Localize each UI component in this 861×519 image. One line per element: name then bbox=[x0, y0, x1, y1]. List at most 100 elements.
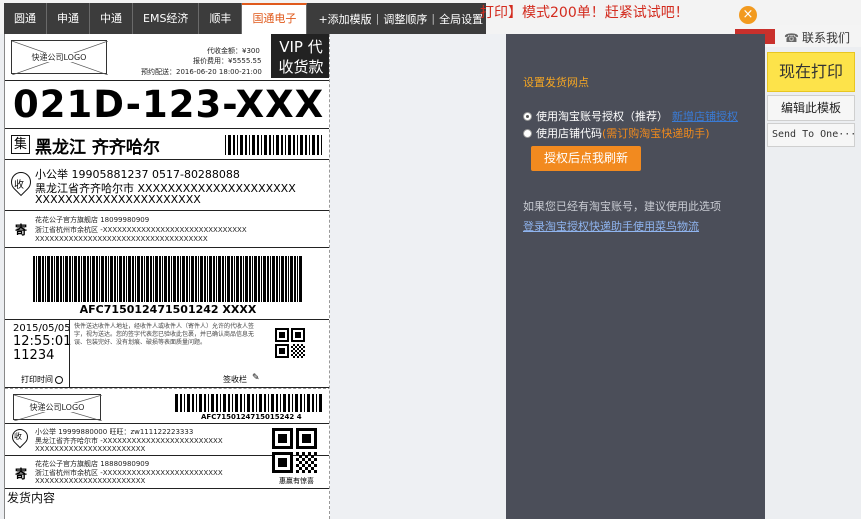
barcode-bar bbox=[267, 256, 269, 302]
send-to-dropdown[interactable]: Send To One··· ▾ bbox=[767, 123, 855, 147]
qr-module bbox=[311, 467, 314, 470]
barcode-bar bbox=[162, 256, 163, 302]
barcode-bar bbox=[81, 256, 82, 302]
receiver-address-line-2: XXXXXXXXXXXXXXXXXXXXXX bbox=[35, 193, 201, 206]
tab-shentong[interactable]: 申通 bbox=[47, 3, 90, 34]
barcode-bar bbox=[240, 135, 243, 155]
radio-taobao-auth[interactable] bbox=[523, 111, 532, 121]
barcode-bar bbox=[252, 256, 253, 302]
qr-finder bbox=[279, 348, 285, 354]
send-to-label: Send To One··· bbox=[772, 129, 855, 140]
stub-barcode bbox=[175, 394, 322, 412]
route-code-section: 021D-123-XXX bbox=[5, 81, 329, 129]
barcode-bar bbox=[180, 256, 181, 302]
barcode-bar bbox=[276, 135, 279, 155]
qr-module bbox=[297, 348, 299, 350]
tab-zhongtong[interactable]: 中通 bbox=[90, 3, 133, 34]
tab-guotong-electronic[interactable]: 国通电子 bbox=[242, 3, 308, 34]
print-time-label: 打印时间 bbox=[21, 375, 53, 384]
qr-module bbox=[308, 470, 311, 473]
barcode-bar bbox=[245, 135, 247, 155]
refresh-after-auth-button[interactable]: 授权后点我刷新 bbox=[531, 146, 641, 171]
qr-code bbox=[275, 328, 305, 358]
preview-background bbox=[330, 34, 506, 519]
contact-us-link[interactable]: ☎ 联系我们 bbox=[784, 29, 850, 46]
headset-icon: ☎ bbox=[784, 31, 799, 45]
barcode-bar bbox=[258, 256, 260, 302]
print-time: 12:55:01 bbox=[13, 334, 72, 349]
barcode-bar bbox=[220, 394, 221, 412]
radio-shop-code[interactable] bbox=[523, 128, 532, 138]
barcode-bar bbox=[56, 256, 59, 302]
barcode-bar bbox=[211, 394, 214, 412]
qr-module bbox=[295, 354, 297, 356]
barcode-bar bbox=[299, 256, 302, 302]
qr-module bbox=[303, 350, 305, 352]
barcode-bar bbox=[208, 394, 209, 412]
add-template-button[interactable]: +添加模版 bbox=[315, 11, 374, 27]
tab-ems[interactable]: EMS经济 bbox=[133, 3, 200, 34]
barcode-bar bbox=[233, 135, 235, 155]
qr-module bbox=[299, 346, 301, 348]
qr-module bbox=[301, 344, 303, 346]
barcode-bar bbox=[137, 256, 140, 302]
barcode-bar bbox=[209, 256, 212, 302]
barcode-bar bbox=[261, 256, 262, 302]
qr-module bbox=[299, 461, 302, 464]
dialog-title: 设置发货网点 bbox=[523, 76, 589, 89]
barcode-bar bbox=[288, 256, 289, 302]
barcode-bar bbox=[294, 256, 296, 302]
barcode-bar bbox=[184, 394, 185, 412]
qr-finder bbox=[278, 458, 287, 467]
barcode-bar bbox=[119, 256, 122, 302]
add-shop-auth-link[interactable]: 新增店铺授权 bbox=[672, 108, 738, 124]
barcode-bar bbox=[51, 256, 53, 302]
option-taobao-auth[interactable]: 使用淘宝账号授权（推荐） 新增店铺授权 bbox=[523, 108, 738, 124]
barcode-bar bbox=[45, 256, 46, 302]
receiver-badge: 收 bbox=[14, 180, 24, 191]
qr-finder bbox=[295, 332, 301, 338]
barcode-bar bbox=[105, 256, 107, 302]
barcode-bar bbox=[295, 394, 298, 412]
option-shop-code-label: 使用店铺代码 bbox=[536, 127, 602, 140]
option-shop-code[interactable]: 使用店铺代码 (需订购淘宝快递助手) bbox=[523, 125, 710, 141]
barcode-bar bbox=[225, 256, 226, 302]
barcode-bar bbox=[240, 256, 242, 302]
option-shop-code-note: (需订购淘宝快递助手) bbox=[602, 127, 710, 140]
barcode-bar bbox=[297, 256, 298, 302]
edit-template-button[interactable]: 编辑此模板 bbox=[767, 95, 855, 121]
close-icon[interactable]: × bbox=[739, 6, 757, 24]
barcode-bar bbox=[281, 256, 284, 302]
tab-yuantong[interactable]: 圆通 bbox=[4, 3, 47, 34]
print-now-button[interactable]: 现在打印 bbox=[767, 52, 855, 92]
qr-module bbox=[314, 470, 317, 473]
qr-module bbox=[296, 458, 299, 461]
barcode-bar bbox=[92, 256, 95, 302]
tab-shunfeng[interactable]: 顺丰 bbox=[199, 3, 243, 34]
qr-module bbox=[299, 350, 301, 352]
barcode-bar bbox=[135, 256, 136, 302]
barcode-bar bbox=[283, 394, 286, 412]
barcode-bar bbox=[261, 135, 262, 155]
stub-sender-address-2: XXXXXXXXXXXXXXXXXXXXXXX bbox=[35, 477, 146, 485]
option-taobao-auth-label: 使用淘宝账号授权（推荐） bbox=[536, 110, 668, 123]
stub-logo-text: 快递公司LOGO bbox=[27, 403, 87, 412]
qr-module bbox=[301, 348, 303, 350]
barcode-bar bbox=[307, 394, 310, 412]
barcode-bar bbox=[300, 135, 303, 155]
barcode-bar bbox=[249, 256, 251, 302]
qr-module bbox=[314, 452, 317, 455]
shipping-point-dialog: 设置发货网点 使用淘宝账号授权（推荐） 新增店铺授权 使用店铺代码 (需订购淘宝… bbox=[506, 34, 765, 519]
login-taobao-link[interactable]: 登录淘宝授权快递助手使用菜鸟物流 bbox=[523, 218, 699, 234]
global-settings-button[interactable]: 全局设置 bbox=[436, 11, 486, 27]
template-tools: +添加模版 | 调整顺序 | 全局设置 bbox=[307, 3, 486, 34]
reorder-button[interactable]: 调整顺序 bbox=[380, 11, 430, 27]
barcode-bar bbox=[33, 256, 35, 302]
qr-module bbox=[299, 354, 301, 356]
barcode-bar bbox=[271, 394, 274, 412]
top-tab-bar: 圆通 申通 中通 EMS经济 顺丰 国通电子 +添加模版 | 调整顺序 | 全局… bbox=[0, 0, 861, 34]
barcode-bar bbox=[153, 256, 154, 302]
barcode-bar bbox=[146, 256, 149, 302]
sender-badge: 寄 bbox=[15, 223, 28, 237]
barcode-bar bbox=[264, 394, 266, 412]
